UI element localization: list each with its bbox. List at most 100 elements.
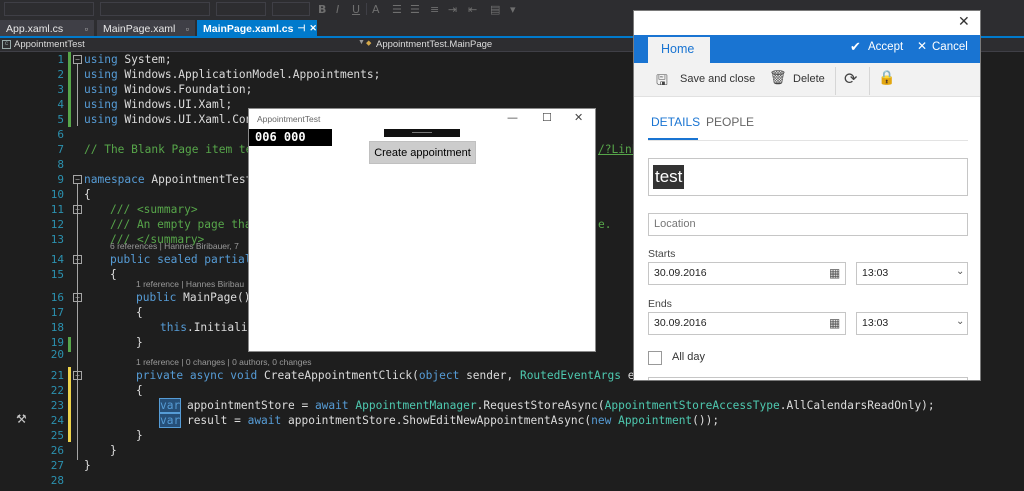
accept-button[interactable]: Accept xyxy=(868,41,903,53)
code-line: public sealed partial xyxy=(110,253,252,266)
italic-button[interactable]: I xyxy=(336,3,339,16)
reminder-dropdown[interactable] xyxy=(648,377,968,380)
start-date-value: 30.09.2016 xyxy=(654,267,707,279)
line-number: 10 xyxy=(50,188,64,201)
comment-icon[interactable]: ▤ xyxy=(490,3,500,16)
line-number: 23 xyxy=(50,399,64,412)
toolbar-dropdown-4[interactable] xyxy=(272,2,310,16)
line-number: 27 xyxy=(50,459,64,472)
end-time-picker[interactable]: 13:03 ⌄ xyxy=(856,312,968,335)
chevron-down-icon[interactable]: ▼ xyxy=(358,39,365,46)
minimize-button[interactable]: — xyxy=(507,111,518,124)
delete-button[interactable]: Delete xyxy=(793,73,825,85)
end-date-picker[interactable]: 30.09.2016 ▦ xyxy=(648,312,846,335)
line-number: 16 xyxy=(50,291,64,304)
dialog-close-button[interactable]: ✕ xyxy=(958,14,970,30)
app-window-title: AppointmentTest xyxy=(257,114,321,124)
create-appointment-button[interactable]: Create appointment xyxy=(369,141,476,164)
repeat-icon[interactable]: ⟳ xyxy=(844,69,857,88)
more-icon[interactable]: ▾ xyxy=(510,3,516,16)
start-time-picker[interactable]: 13:03 ⌄ xyxy=(856,262,968,285)
line-number: 24 xyxy=(50,414,64,427)
close-button[interactable]: ✕ xyxy=(574,111,583,124)
member-dropdown[interactable]: AppointmentTest.MainPage xyxy=(376,39,492,50)
class-icon: ◆ xyxy=(366,40,372,47)
cancel-button[interactable]: Cancel xyxy=(932,41,968,53)
calendar-icon[interactable]: ▦ xyxy=(829,266,840,280)
code-line: using Windows.ApplicationModel.Appointme… xyxy=(84,68,381,81)
code-line: var result = await appointmentStore.Show… xyxy=(158,413,720,428)
title-input[interactable]: test xyxy=(648,158,968,196)
line-number: 4 xyxy=(57,98,64,111)
code-line: private async void CreateAppointmentClic… xyxy=(136,369,642,382)
starts-label: Starts xyxy=(648,248,676,260)
lock-icon[interactable]: 🔒 xyxy=(878,70,895,86)
pin-icon[interactable]: ▫ xyxy=(186,24,189,34)
line-number: 21 xyxy=(50,369,64,382)
code-line: public MainPage() xyxy=(136,291,251,304)
calendar-icon[interactable]: ▦ xyxy=(829,316,840,330)
start-date-picker[interactable]: 30.09.2016 ▦ xyxy=(648,262,846,285)
code-line: { xyxy=(110,268,117,281)
tab-details[interactable]: DETAILS xyxy=(651,115,700,129)
line-number: 20 xyxy=(50,348,64,361)
location-placeholder: Location xyxy=(654,218,696,230)
code-line: } xyxy=(110,444,117,457)
location-input[interactable]: Location xyxy=(648,213,968,236)
codelens-references[interactable]: 1 reference | 0 changes | 0 authors, 0 c… xyxy=(136,356,311,368)
close-icon[interactable]: ✕ xyxy=(309,23,317,34)
code-line: } xyxy=(84,459,91,472)
save-and-close-button[interactable]: Save and close xyxy=(680,73,755,85)
indent-icon[interactable]: ⇥ xyxy=(448,3,457,16)
chevron-down-icon[interactable]: ⌄ xyxy=(956,266,964,277)
tab-label: App.xaml.cs xyxy=(6,22,64,35)
code-line: namespace AppointmentTest xyxy=(84,173,253,186)
code-line: using Windows.UI.Xaml.Cont xyxy=(84,113,260,126)
fold-toggle[interactable]: − xyxy=(73,175,82,184)
project-dropdown[interactable]: AppointmentTest xyxy=(14,39,85,50)
list-icon[interactable]: ☰ xyxy=(392,3,402,16)
line-number: 25 xyxy=(50,429,64,442)
debug-toolbar[interactable] xyxy=(384,129,460,137)
pin-icon[interactable]: ▫ xyxy=(85,24,88,34)
tab-app-xaml-cs[interactable]: App.xaml.cs ▫ xyxy=(0,20,94,37)
chevron-down-icon[interactable]: ⌄ xyxy=(956,316,964,327)
line-number: 14 xyxy=(50,253,64,266)
underline-button[interactable]: U xyxy=(352,3,360,16)
fold-toggle[interactable]: − xyxy=(73,293,82,302)
tab-mainpage-xaml-cs[interactable]: MainPage.xaml.cs ⊣ ✕ xyxy=(197,20,317,37)
pin-icon[interactable]: ⊣ xyxy=(297,23,305,34)
save-icon: 🖫 xyxy=(656,73,668,89)
maximize-button[interactable]: ☐ xyxy=(542,111,552,124)
all-day-checkbox[interactable] xyxy=(648,351,662,365)
line-number: 18 xyxy=(50,321,64,334)
tab-label: MainPage.xaml xyxy=(103,22,176,35)
code-line: { xyxy=(136,384,143,397)
line-number: 12 xyxy=(50,218,64,231)
line-number: 15 xyxy=(50,268,64,281)
quick-action-hammer-icon[interactable]: ⚒ xyxy=(16,412,27,426)
codelens-references[interactable]: 1 reference | Hannes Biribau xyxy=(136,278,244,290)
bold-button[interactable]: B xyxy=(318,3,326,16)
fold-toggle[interactable]: − xyxy=(73,55,82,64)
fold-toggle[interactable]: − xyxy=(73,255,82,264)
toolbar-dropdown[interactable] xyxy=(4,2,94,16)
toolbar-dropdown-3[interactable] xyxy=(216,2,266,16)
line-number: 13 xyxy=(50,233,64,246)
line-number: 3 xyxy=(57,83,64,96)
fold-toggle[interactable]: − xyxy=(73,205,82,214)
font-color-button[interactable]: A xyxy=(372,3,380,16)
align-icon[interactable]: ≡ xyxy=(430,3,439,16)
outdent-icon[interactable]: ⇤ xyxy=(468,3,477,16)
toolbar-dropdown-2[interactable] xyxy=(100,2,210,16)
codelens-references[interactable]: 6 references | Hannes Biribauer, 7 xyxy=(110,240,239,252)
change-marker xyxy=(68,337,71,352)
list-icon-2[interactable]: ☰ xyxy=(410,3,420,16)
tab-mainpage-xaml[interactable]: MainPage.xaml ▫ xyxy=(97,20,195,37)
ends-label: Ends xyxy=(648,298,672,310)
line-number: 11 xyxy=(50,203,64,216)
line-number: 1 xyxy=(57,53,64,66)
code-line: /// <summary> xyxy=(110,203,198,216)
tab-people[interactable]: PEOPLE xyxy=(706,115,754,129)
fold-toggle[interactable]: − xyxy=(73,371,82,380)
